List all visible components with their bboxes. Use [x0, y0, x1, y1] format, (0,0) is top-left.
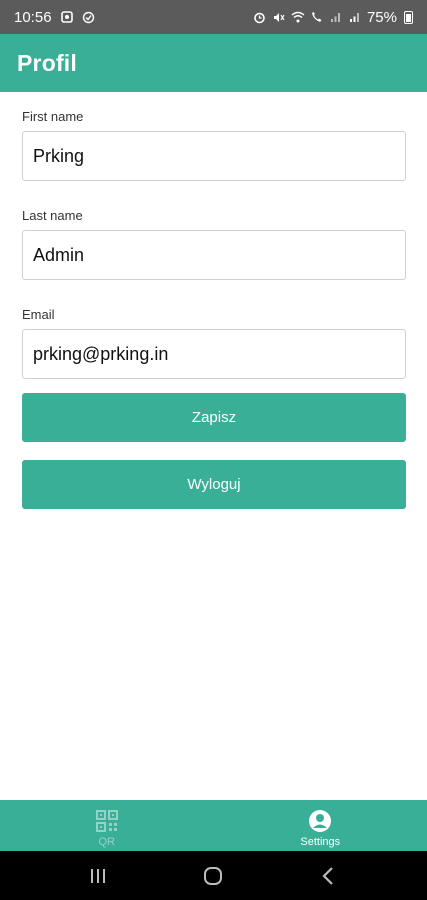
- first-name-label: First name: [22, 109, 84, 124]
- app-bar: Profil: [0, 34, 427, 92]
- home-icon[interactable]: [193, 856, 233, 896]
- page-title: Profil: [17, 49, 77, 76]
- battery-percent: 75%: [366, 8, 397, 26]
- logout-button[interactable]: Wyloguj: [22, 460, 406, 509]
- gallery-icon: [60, 10, 74, 24]
- status-time: 10:56: [14, 8, 52, 26]
- tab-settings[interactable]: Settings: [214, 800, 427, 851]
- signal-icon: [329, 10, 343, 24]
- wifi-icon: [291, 10, 305, 24]
- tab-settings-label: Settings: [300, 835, 341, 848]
- system-navigation-bar: [0, 851, 427, 900]
- tab-qr[interactable]: QR: [0, 800, 214, 851]
- status-bar: 10:56 75%: [0, 0, 427, 34]
- profile-form: First name Last name Email: [22, 108, 406, 405]
- email-label: Email: [22, 307, 55, 322]
- email-field[interactable]: [22, 329, 406, 379]
- save-button[interactable]: Zapisz: [22, 393, 406, 442]
- status-right: 75%: [253, 9, 413, 26]
- last-name-label: Last name: [22, 208, 83, 223]
- first-name-field[interactable]: [22, 131, 406, 181]
- mute-icon: [272, 10, 286, 24]
- sync-icon: [82, 10, 96, 24]
- alarm-icon: [253, 10, 267, 24]
- qr-code-icon: [94, 808, 120, 834]
- recent-apps-icon[interactable]: [78, 856, 118, 896]
- back-icon[interactable]: [309, 856, 349, 896]
- bottom-navigation: QR Settings: [0, 800, 427, 851]
- status-left: 10:56: [14, 9, 96, 26]
- wifi-calling-icon: [310, 10, 324, 24]
- last-name-field[interactable]: [22, 230, 406, 280]
- tab-qr-label: QR: [98, 835, 116, 848]
- signal-icon: [348, 10, 362, 24]
- account-circle-icon: [307, 808, 333, 834]
- battery-icon: [404, 10, 413, 24]
